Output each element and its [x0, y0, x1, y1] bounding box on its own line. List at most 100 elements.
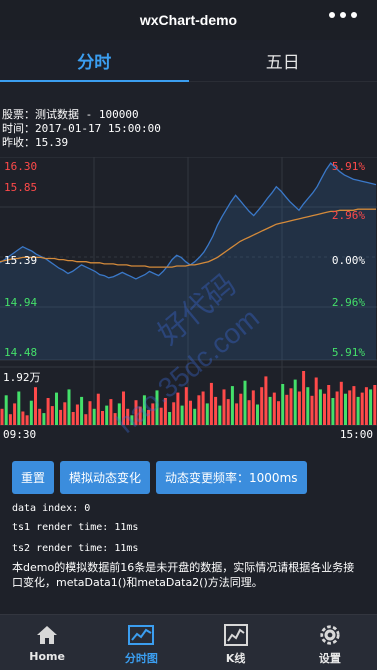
tabbar-item-kline[interactable]: K线: [189, 615, 283, 670]
volume-bar: [323, 393, 326, 425]
volume-bar: [134, 400, 138, 425]
volume-bar: [142, 395, 146, 425]
volume-bar: [297, 391, 301, 425]
stock-info: 股票：测试数据 - 100000 时间：2017-01-17 15:00:00 …: [2, 108, 161, 150]
ts2-render-time: ts2 render time: 11ms: [12, 543, 139, 554]
app-title: wxChart-demo: [139, 12, 238, 28]
percent-label-zero: 0.00%: [331, 254, 365, 267]
volume-bar: [369, 389, 373, 425]
volume-bar: [71, 412, 75, 425]
stock-name: 股票：测试数据 - 100000: [2, 108, 139, 121]
volume-bar: [318, 389, 322, 425]
volume-bar: [117, 403, 121, 425]
volume-bar: [201, 391, 205, 425]
volume-bar: [239, 393, 243, 425]
volume-bar: [260, 387, 264, 425]
volume-bar: [122, 391, 125, 425]
volume-bar: [101, 411, 104, 425]
volume-bar: [344, 393, 347, 425]
volume-bar: [360, 392, 364, 425]
volume-bar: [159, 407, 163, 425]
volume-max-label: 1.92万: [3, 371, 41, 384]
volume-bar: [352, 386, 356, 425]
timeshare-chart[interactable]: 16.30 15.85 15.39 14.94 14.48 5.91% 2.96…: [0, 157, 377, 441]
kline-chart-icon: [223, 624, 248, 646]
volume-bar: [126, 408, 130, 425]
volume-bar: [4, 395, 8, 425]
simulate-button[interactable]: 模拟动态变化: [60, 461, 151, 494]
volume-bar: [155, 390, 159, 425]
x-label-open: 09:30: [3, 428, 37, 441]
chart-tabs: 分时 五日: [0, 40, 377, 82]
volume-bar: [214, 396, 218, 425]
price-label-lower: 14.94: [4, 296, 38, 309]
volume-bar: [34, 387, 37, 425]
volume-bar: [0, 408, 4, 425]
tabbar-item-timeshare[interactable]: 分时图: [94, 615, 188, 670]
volume-bar: [172, 402, 176, 425]
volume-bar: [331, 398, 335, 425]
volume-bar: [113, 413, 117, 425]
control-buttons: 重置 模拟动态变化 动态变更频率：1000ms: [12, 461, 307, 494]
volume-bar: [50, 406, 54, 425]
tabbar-label-settings: 设置: [318, 652, 341, 665]
volume-bar: [130, 415, 134, 425]
data-index-text: data index: 0: [12, 503, 91, 514]
volume-bar: [285, 394, 289, 425]
price-label-upper: 15.85: [4, 181, 38, 194]
volume-bar: [63, 402, 67, 425]
volume-bar: [193, 408, 197, 425]
volume-bar: [289, 388, 293, 425]
volume-bar: [310, 395, 314, 425]
volume-bar: [356, 396, 360, 425]
volume-bar: [335, 391, 339, 425]
volume-bar: [348, 390, 352, 425]
volume-bar: [235, 403, 239, 425]
volume-bar: [25, 415, 29, 425]
more-dots-icon[interactable]: [329, 12, 357, 18]
tabbar-label-home: Home: [29, 650, 65, 663]
volume-bar: [168, 412, 172, 425]
volume-bar: [176, 392, 180, 425]
volume-bar: [268, 396, 272, 425]
tab-timeshare[interactable]: 分时: [0, 40, 189, 82]
volume-bar: [189, 400, 192, 425]
volume-bar: [205, 403, 209, 425]
reset-button[interactable]: 重置: [12, 461, 55, 494]
volume-bar: [339, 381, 343, 425]
volume-bar: [314, 377, 318, 425]
volume-bar: [277, 401, 280, 425]
volume-bar: [256, 404, 259, 425]
volume-bar: [147, 409, 151, 425]
home-icon: [37, 626, 58, 644]
volume-bar: [96, 393, 100, 425]
tabbar-item-settings[interactable]: 设置: [283, 615, 377, 670]
volume-bar: [46, 398, 50, 425]
volume-bar: [13, 403, 17, 425]
volume-bar: [163, 398, 167, 425]
percent-label-lower: 2.96%: [331, 296, 365, 309]
x-label-close: 15:00: [339, 428, 373, 441]
volume-bar: [138, 406, 142, 425]
volume-bar: [55, 392, 58, 425]
volume-bar: [272, 392, 276, 425]
volume-bar: [222, 389, 226, 425]
price-label-prev-close: 15.39: [4, 254, 38, 267]
stock-prev-close: 昨收：15.39: [2, 136, 69, 149]
volume-bar: [302, 371, 306, 425]
volume-bar: [8, 414, 12, 425]
volume-bar: [293, 379, 297, 425]
volume-bar: [226, 399, 230, 425]
volume-bar: [327, 385, 331, 425]
tab-five-day[interactable]: 五日: [188, 40, 377, 82]
volume-bar: [184, 387, 188, 425]
tabbar-item-home[interactable]: Home: [0, 615, 94, 670]
ts1-render-time: ts1 render time: 11ms: [12, 522, 139, 533]
price-label-max: 16.30: [4, 160, 38, 173]
volume-bar: [180, 405, 184, 425]
frequency-button[interactable]: 动态变更频率：1000ms: [156, 461, 307, 494]
volume-bar: [29, 400, 33, 425]
volume-bar: [364, 387, 368, 425]
settings-gear-icon: [320, 625, 340, 645]
volume-bar: [21, 411, 25, 425]
